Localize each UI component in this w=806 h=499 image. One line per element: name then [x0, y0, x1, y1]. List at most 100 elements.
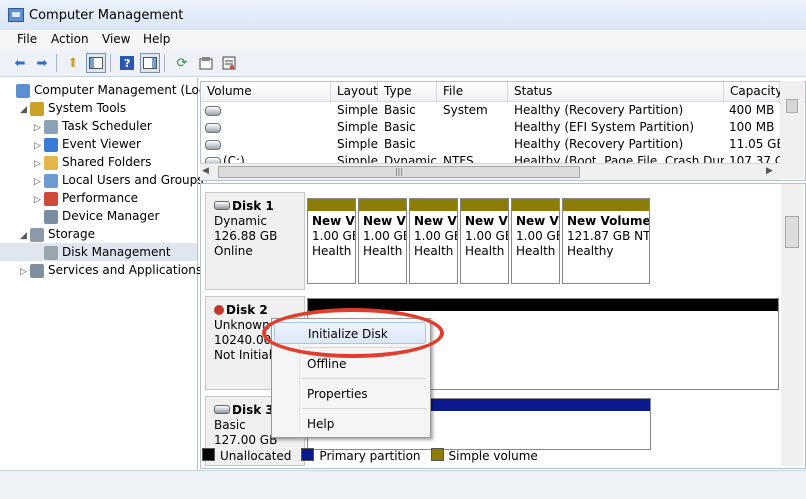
- menu-file[interactable]: File: [15, 32, 39, 46]
- disk-1-partition[interactable]: New Volume 121.87 GB NTI Healthy: [562, 198, 650, 284]
- disk-view-vertical-scrollbar[interactable]: [781, 184, 803, 466]
- tree-item-local-users-and-groups[interactable]: ▷ Local Users and Groups: [0, 171, 204, 189]
- legend: Unallocated Primary partition Simple volum…: [202, 448, 782, 466]
- disk-1-partition[interactable]: New V1.00 GBHealth: [511, 198, 560, 284]
- tree-item-label: Services and Applications: [48, 263, 203, 277]
- volume-cell-type: Basic: [384, 103, 416, 117]
- partition-status: Health: [414, 244, 454, 258]
- tree-item-system-tools[interactable]: ◢ System Tools: [0, 99, 197, 117]
- col-volume[interactable]: Volume: [201, 82, 331, 101]
- forward-icon[interactable]: ➡: [32, 53, 52, 73]
- partition-text: New V1.00 GBHealth: [512, 211, 559, 262]
- simple-volume-bar: [308, 199, 355, 211]
- disk-1-status: Online: [214, 244, 253, 258]
- volume-row[interactable]: Simple Basic Healthy (Recovery Partition) 1…: [201, 136, 805, 153]
- tree-item-shared-folders[interactable]: ▷ Shared Folders: [0, 153, 197, 171]
- back-icon[interactable]: ⬅: [10, 53, 30, 73]
- volume-cell-type: Basic: [384, 120, 416, 134]
- tree-item-label: System Tools: [48, 101, 127, 115]
- tree-item-services-and-applications[interactable]: ▷ Services and Applications: [0, 261, 202, 281]
- volume-icon: [205, 123, 221, 133]
- disk-1-partition[interactable]: New V1.00 GBHealth: [460, 198, 509, 284]
- context-menu-properties[interactable]: Properties: [274, 383, 426, 405]
- disk-2-name: Disk 2: [226, 303, 268, 317]
- legend-label: Primary partition: [319, 449, 421, 463]
- legend-swatch: [301, 448, 315, 461]
- svg-text:?: ?: [124, 57, 130, 70]
- context-menu-separator: [302, 378, 426, 379]
- context-menu-separator: [302, 408, 426, 409]
- partition-size: 1.00 GB: [465, 229, 508, 243]
- partition-status: Health: [363, 244, 403, 258]
- disk-1-label[interactable]: Disk 1 Dynamic 126.88 GB Online: [205, 192, 305, 290]
- partition-status: Healthy: [567, 244, 614, 258]
- tree-item-storage[interactable]: ◢ Storage: [0, 225, 197, 243]
- col-layout[interactable]: Layout: [331, 82, 378, 101]
- properties-icon[interactable]: [219, 53, 239, 73]
- legend-swatch: [430, 448, 444, 461]
- storage-icon: [30, 227, 44, 242]
- partition-size: 121.87 GB NTI: [567, 229, 649, 243]
- partition-name: New V: [312, 214, 355, 228]
- legend-item: Primary partition: [301, 448, 421, 463]
- menu-action[interactable]: Action: [49, 32, 91, 46]
- volume-row[interactable]: Simple Basic Healthy (EFI System Partition…: [201, 119, 805, 136]
- volume-cell-status: Healthy (Recovery Partition): [514, 103, 684, 117]
- disk-1-partition[interactable]: New V1.00 GBHealth: [409, 198, 458, 284]
- partition-name: New Volume: [567, 214, 649, 228]
- disk-1-size: 126.88 GB: [214, 229, 278, 243]
- col-capacity[interactable]: Capacity: [724, 82, 782, 101]
- expander-icon[interactable]: ▷: [20, 263, 30, 281]
- disk-1-partition[interactable]: New V1.00 GBHealth: [358, 198, 407, 284]
- menu-view[interactable]: View: [100, 32, 132, 46]
- tree-item-performance[interactable]: ▷ Performance: [0, 189, 197, 207]
- tree-item-label: Computer Management (Local: [34, 83, 217, 97]
- volume-cell-type: Basic: [384, 137, 416, 151]
- toolbar-separator: [164, 54, 165, 72]
- disk-icon: [44, 245, 58, 260]
- partition-size: 1.00 GB: [312, 229, 355, 243]
- toolbar-separator: [110, 54, 111, 72]
- tree-item-event-viewer[interactable]: ▷ Event Viewer: [0, 135, 197, 153]
- show-hide-action-pane-icon[interactable]: [140, 53, 160, 73]
- col-type[interactable]: Type: [378, 82, 437, 101]
- disk-1-partition[interactable]: New V1.00 GBHealth: [307, 198, 356, 284]
- users-icon: [44, 173, 58, 188]
- col-status[interactable]: Status: [508, 82, 724, 101]
- menu-help[interactable]: Help: [141, 32, 172, 46]
- volume-cell-layout: Simple: [337, 120, 378, 134]
- simple-volume-bar: [410, 199, 457, 211]
- context-menu-help[interactable]: Help: [274, 413, 426, 435]
- help-icon[interactable]: ?: [117, 53, 137, 73]
- tree-item-label: Task Scheduler: [62, 119, 152, 133]
- tree-item-computer-management-local[interactable]: Computer Management (Local: [0, 81, 216, 99]
- col-file-system[interactable]: File System: [437, 82, 508, 117]
- tree-item-label: Disk Management: [62, 245, 171, 259]
- volume-row[interactable]: Simple Basic Healthy (Recovery Partition) 4…: [201, 102, 805, 119]
- menu-bar: File Action View Help: [0, 30, 806, 50]
- legend-swatch: [202, 448, 215, 461]
- services-icon: [30, 263, 44, 278]
- expander-icon[interactable]: ◢: [20, 227, 30, 245]
- toolbar: ⬅ ➡ ⬆ ? ⟳: [0, 50, 806, 77]
- partition-text: New V1.00 GBHealth: [461, 211, 508, 262]
- partition-size: 1.00 GB: [363, 229, 406, 243]
- tree-item-label: Local Users and Groups: [62, 173, 204, 187]
- refresh-icon[interactable]: ⟳: [172, 53, 192, 73]
- expander-icon[interactable]: ◢: [20, 101, 30, 119]
- up-icon[interactable]: ⬆: [63, 53, 83, 73]
- tree-item-device-manager[interactable]: Device Manager: [0, 207, 197, 225]
- volume-icon: [205, 140, 221, 150]
- tree-item-task-scheduler[interactable]: ▷ Task Scheduler: [0, 117, 197, 135]
- volume-list-horizontal-scrollbar[interactable]: ◀ ||| ▶: [200, 163, 780, 180]
- partition-size: 1.00 GB: [516, 229, 559, 243]
- toolbar-separator: [56, 54, 57, 72]
- tree-item-disk-management[interactable]: Disk Management: [0, 243, 197, 261]
- tree-item-label: Storage: [48, 227, 95, 241]
- disk-1-name: Disk 1: [232, 199, 274, 213]
- partition-status: Health: [465, 244, 505, 258]
- tree-item-label: Event Viewer: [62, 137, 141, 151]
- show-hide-tree-icon[interactable]: [86, 53, 106, 73]
- export-icon[interactable]: [196, 53, 216, 73]
- volume-list-vertical-scrollbar[interactable]: [780, 81, 804, 179]
